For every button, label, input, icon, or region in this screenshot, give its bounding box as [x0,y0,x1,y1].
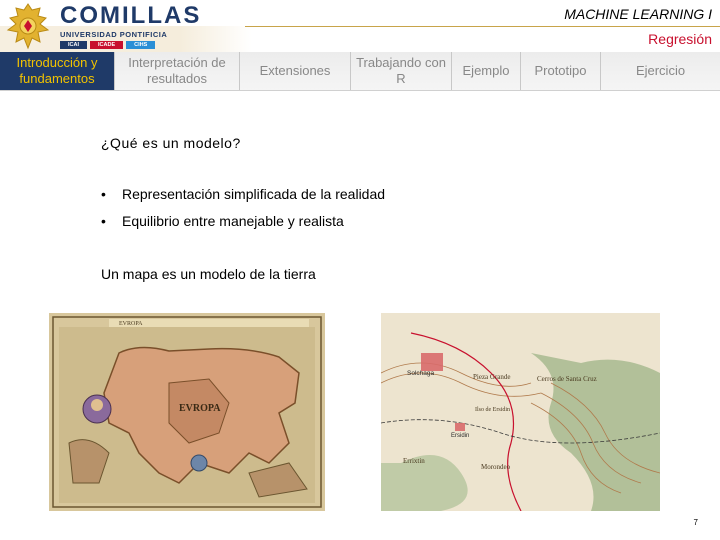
topic-nav: Introducción y fundamentos Interpretació… [0,52,720,91]
nav-item-ejercicio[interactable]: Ejercicio [601,52,720,90]
nav-item-ejemplo[interactable]: Ejemplo [452,52,520,90]
europe-map-title: EVROPA [119,321,143,327]
nav-item-prototipo[interactable]: Prototipo [521,52,600,90]
topo-label: Pieza Grande [473,373,511,381]
slide-question: ¿Qué es un modelo? [101,135,241,151]
topo-label: Ersidin [451,433,469,439]
nav-item-trabajando-con-r[interactable]: Trabajando con R [351,52,451,90]
crest-icon [6,3,50,50]
brand-tag-icade: ICADE [90,41,124,49]
header-divider [245,26,720,27]
bullet-icon: • [101,213,106,229]
map-caption: Un mapa es un modelo de la tierra [101,266,316,282]
brand-tag-icai: ICAI [60,41,87,49]
topo-label: Errixtin [403,457,425,465]
nav-item-extensiones[interactable]: Extensiones [240,52,350,90]
course-title: MACHINE LEARNING I [564,6,712,22]
bullet-icon: • [101,186,106,202]
slide-header: COMILLAS UNIVERSIDAD PONTIFICIA ICAI ICA… [0,0,720,91]
brand-tags: ICAI ICADE CIHS [60,41,156,49]
topo-label: Cerros de Santa Cruz [537,375,597,383]
page-number: 7 [693,518,698,527]
europe-map-image: EVROPA EVROPA [49,313,325,511]
nav-item-interpretacion[interactable]: Interpretación de resultados [115,52,239,90]
europe-map-region-label: EVROPA [179,403,221,414]
section-title: Regresión [648,31,712,47]
university-logo: COMILLAS UNIVERSIDAD PONTIFICIA ICAI ICA… [0,0,205,52]
brand-tag-cihs: CIHS [126,41,156,49]
bullet-text: Equilibrio entre manejable y realista [122,213,344,229]
brand-name: COMILLAS [60,2,202,29]
topo-label: Solchaga [407,370,434,377]
bullet-text: Representación simplificada de la realid… [122,186,386,202]
topo-label: Ilso de Ersidin [475,407,510,413]
topographic-map-image: Solchaga Pieza Grande Cerros de Santa Cr… [381,313,660,511]
brand-subtitle: UNIVERSIDAD PONTIFICIA [60,30,168,39]
topo-label: Morondeo [481,463,511,471]
nav-item-introduccion[interactable]: Introducción y fundamentos [0,52,114,90]
